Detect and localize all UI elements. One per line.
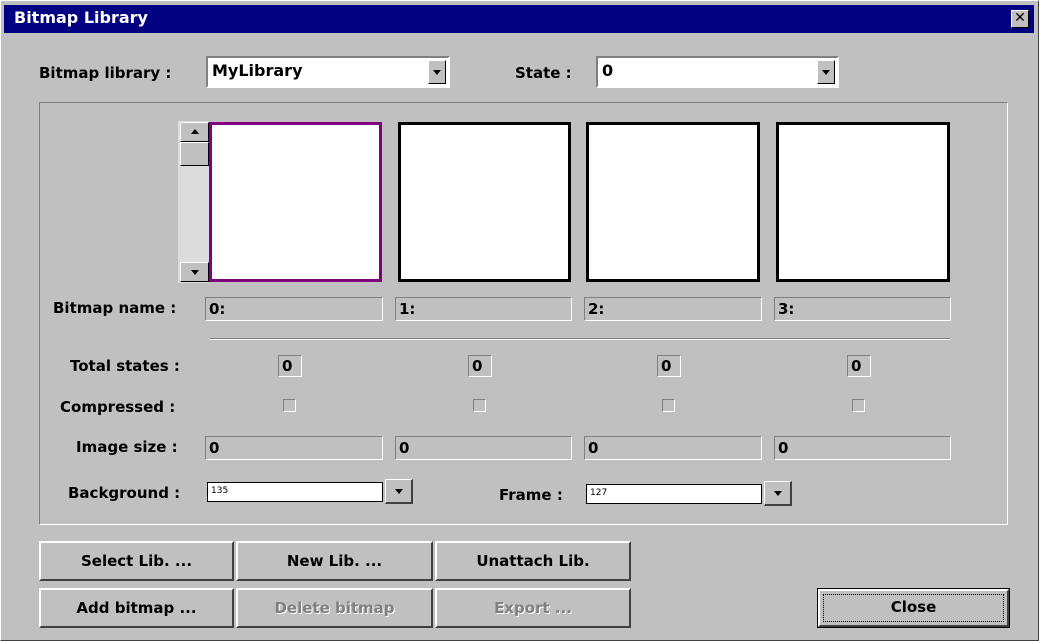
background-dropdown-button[interactable] [385,479,413,504]
image-size-field-0: 0 [205,436,383,460]
bitmap-name-field-1[interactable]: 1: [395,297,572,321]
add-bitmap-label: Add bitmap ... [76,599,197,617]
state-value: 0 [602,61,614,80]
arrow-down-icon [191,270,199,275]
chevron-down-icon [774,491,782,496]
select-lib-label: Select Lib. ... [80,552,193,570]
arrow-up-icon [191,129,199,134]
bitmap-thumbnail-3[interactable] [776,122,950,282]
frame-value: 127 [590,488,608,498]
background-label: Background : [68,484,181,502]
bitmap-name-field-2[interactable]: 2: [584,297,762,321]
scroll-down-button[interactable] [180,262,209,282]
chevron-down-icon [395,489,403,494]
new-lib-label: New Lib. ... [286,552,383,570]
image-size-field-3: 0 [774,436,951,460]
image-size-label: Image size : [76,438,178,456]
background-value: 135 [211,486,229,496]
state-label: State : [515,64,572,82]
total-states-label: Total states : [70,357,180,375]
background-select[interactable]: 135 [207,482,383,502]
title-bar[interactable]: Bitmap Library ✕ [4,5,1034,33]
compressed-checkbox-3[interactable] [852,399,865,412]
bitmap-thumbnail-2[interactable] [586,122,760,282]
unattach-lib-button[interactable]: Unattach Lib. [435,541,631,581]
close-label: Close [890,598,937,616]
bitmap-library-dialog: Bitmap Library ✕ Bitmap library : MyLibr… [0,0,1039,641]
bitmap-library-label: Bitmap library : [39,64,172,82]
total-states-value-0: 0 [278,355,302,377]
compressed-checkbox-1[interactable] [473,399,486,412]
scroll-thumb[interactable] [180,142,209,166]
total-states-value-2: 0 [657,355,681,377]
add-bitmap-button[interactable]: Add bitmap ... [39,588,234,628]
select-lib-button[interactable]: Select Lib. ... [39,541,234,581]
chevron-down-icon [433,70,441,75]
bitmap-name-label: Bitmap name : [53,299,177,317]
bitmap-library-value: MyLibrary [212,61,303,80]
chevron-down-icon [822,70,830,75]
bitmap-name-field-3[interactable]: 3: [774,297,951,321]
image-size-field-2: 0 [584,436,762,460]
export-button[interactable]: Export ... [435,588,631,628]
state-dropdown-button[interactable] [817,60,835,84]
compressed-label: Compressed : [60,398,176,416]
compressed-checkbox-0[interactable] [283,399,296,412]
compressed-checkbox-2[interactable] [662,399,675,412]
bitmap-library-dropdown-button[interactable] [428,60,446,84]
total-states-value-3: 0 [847,355,871,377]
frame-label: Frame : [499,486,563,504]
delete-bitmap-button[interactable]: Delete bitmap [236,588,433,628]
export-label: Export ... [494,599,572,617]
image-size-field-1: 0 [395,436,572,460]
total-states-value-1: 0 [468,355,492,377]
unattach-lib-label: Unattach Lib. [476,552,590,570]
frame-select[interactable]: 127 [586,484,762,504]
scroll-up-button[interactable] [180,122,209,142]
state-select[interactable]: 0 [596,56,839,88]
window-title: Bitmap Library [14,8,148,27]
bitmap-library-select[interactable]: MyLibrary [206,56,450,88]
delete-bitmap-label: Delete bitmap [274,599,395,617]
bitmap-scrollbar[interactable] [178,121,209,283]
bitmap-thumbnail-0[interactable] [209,122,382,282]
frame-dropdown-button[interactable] [764,481,792,506]
new-lib-button[interactable]: New Lib. ... [236,541,433,581]
close-window-icon[interactable]: ✕ [1011,10,1029,28]
close-button[interactable]: Close [817,588,1010,628]
bitmap-thumbnail-1[interactable] [398,122,571,282]
separator [210,338,950,340]
bitmap-name-field-0[interactable]: 0: [205,297,383,321]
